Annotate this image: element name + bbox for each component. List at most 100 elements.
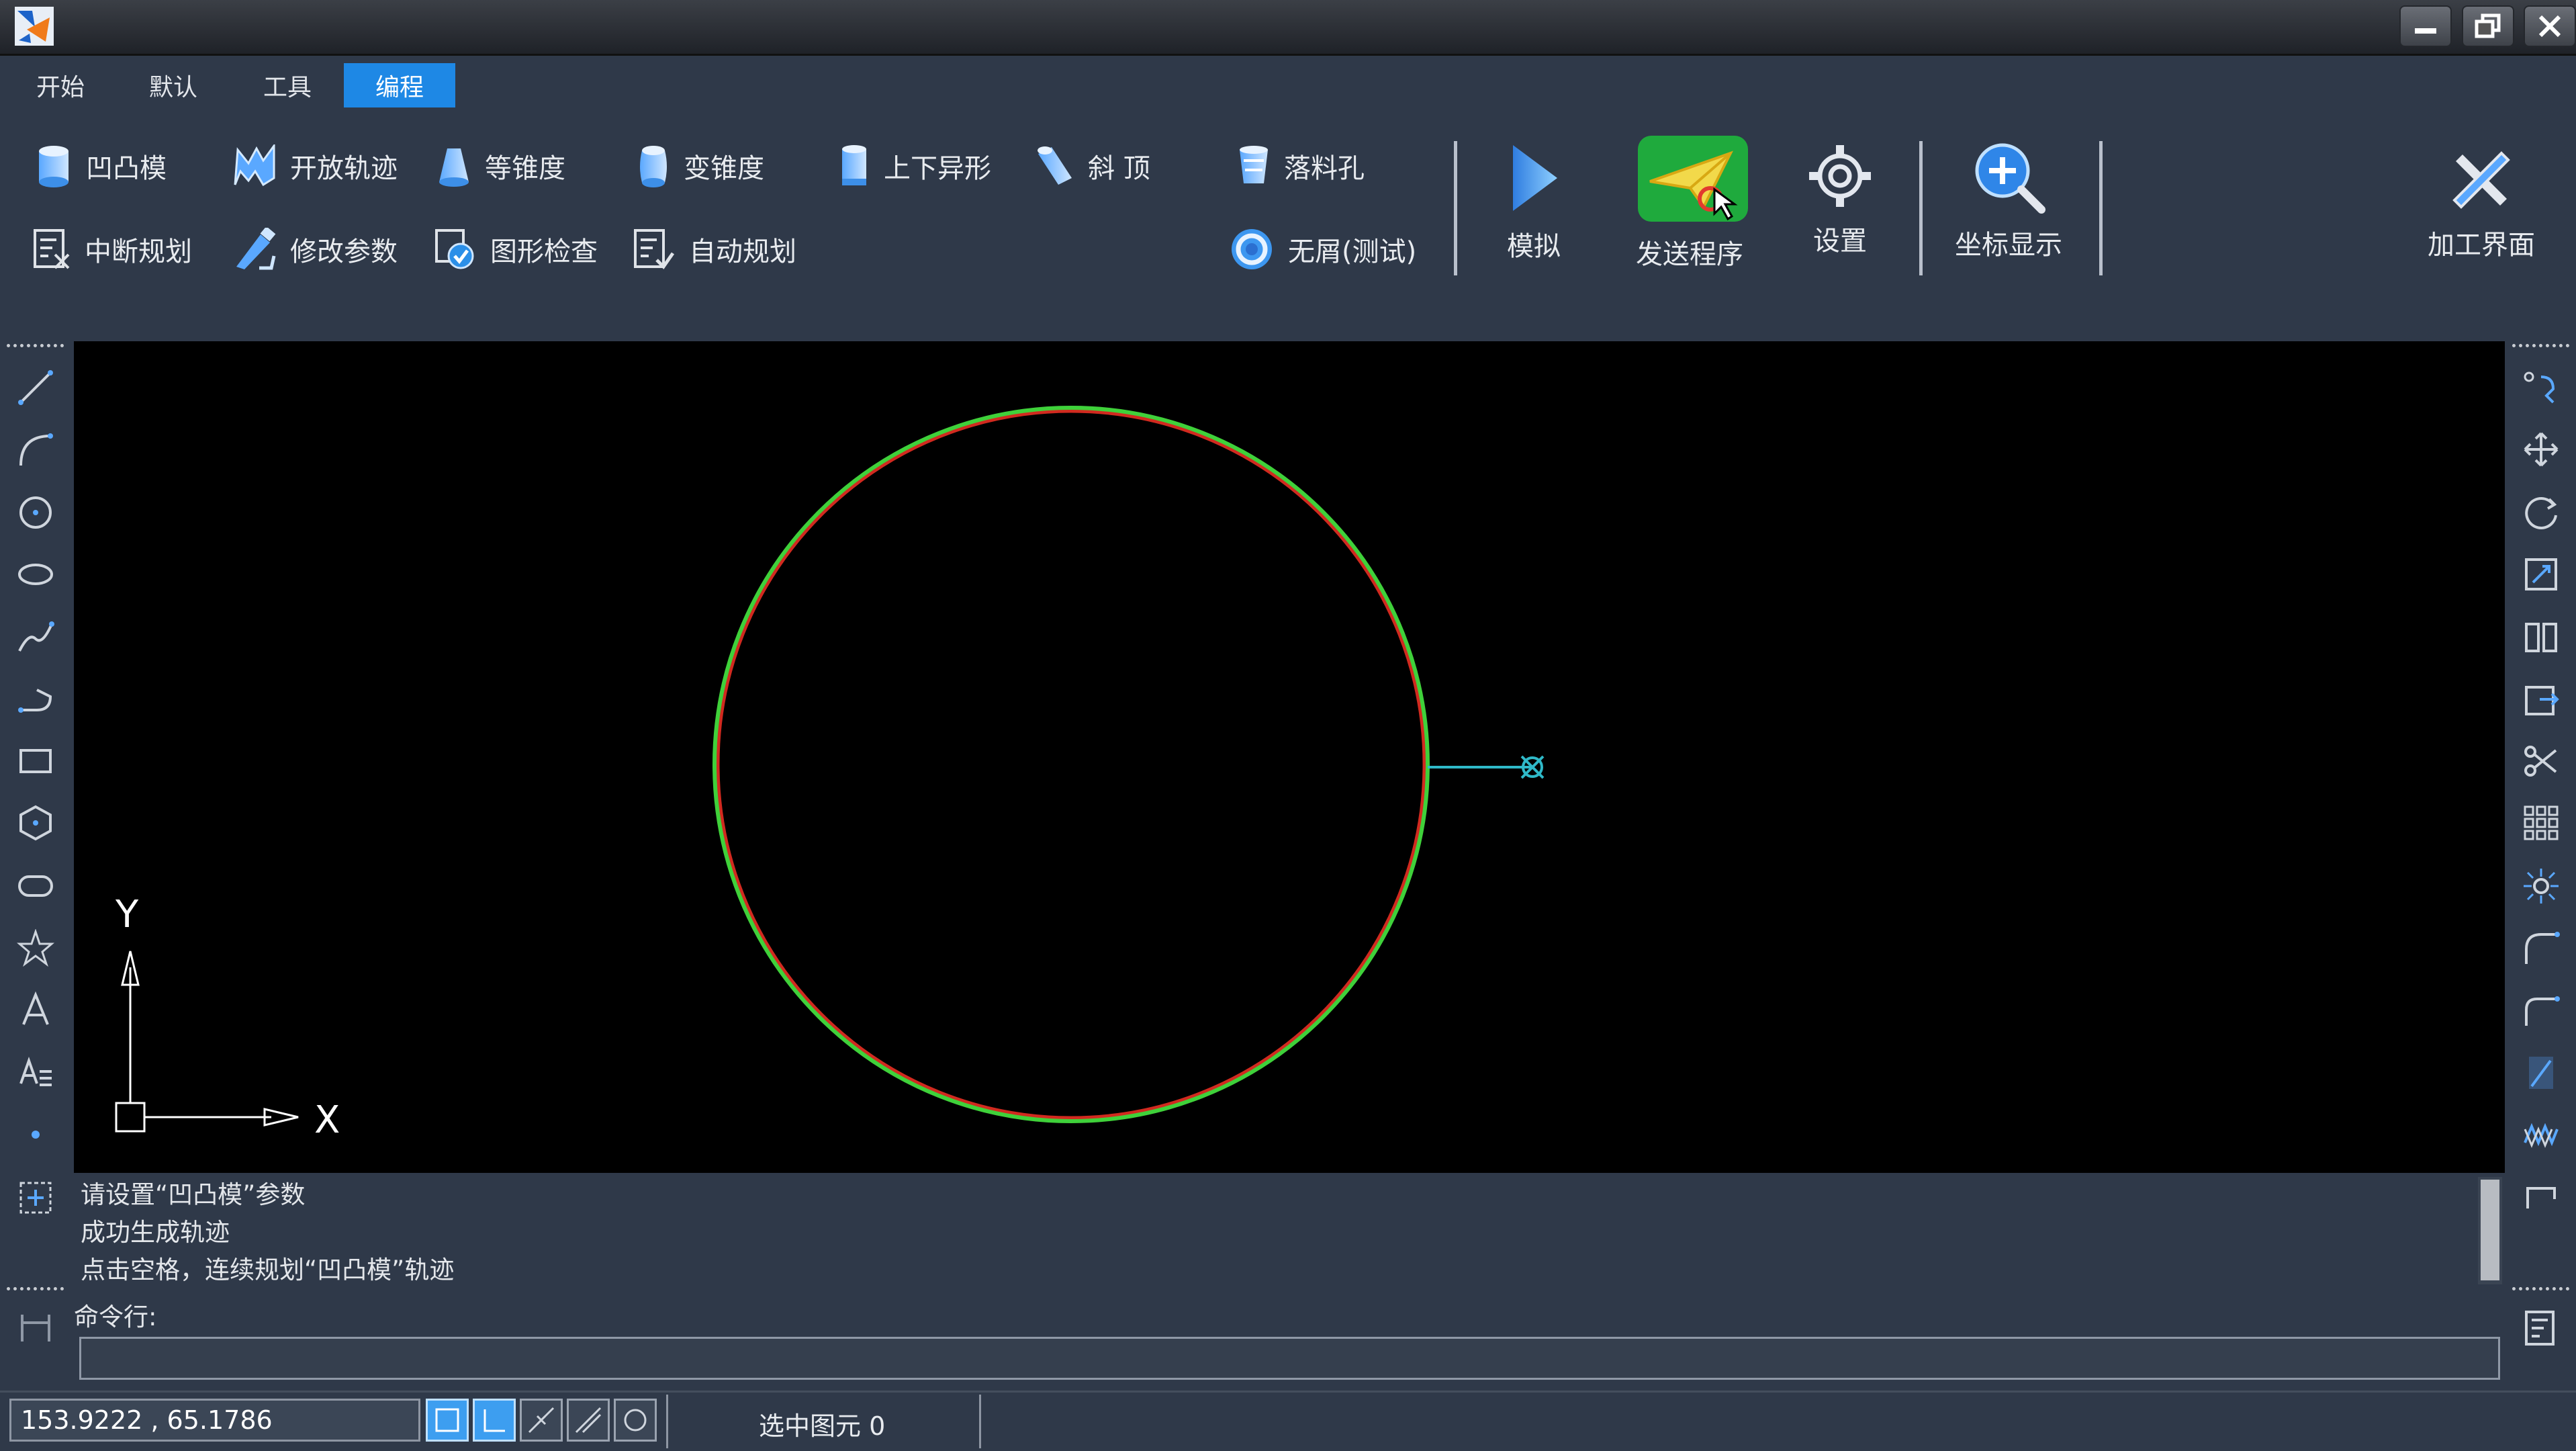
selected-count: 选中图元 0 bbox=[759, 1411, 886, 1441]
object-snap-toggle-icon[interactable] bbox=[614, 1399, 657, 1442]
ribbon-divider bbox=[2099, 141, 2103, 275]
polyline-tool-icon[interactable] bbox=[15, 678, 56, 720]
machining-tools-icon bbox=[2452, 151, 2510, 209]
interrupt-plan-icon bbox=[34, 229, 70, 269]
offset-icon[interactable] bbox=[2520, 678, 2562, 720]
modify-params-icon bbox=[236, 228, 276, 270]
array-icon[interactable] bbox=[2520, 802, 2562, 844]
toolbar-grip bbox=[2512, 344, 2569, 347]
output-log-panel: 请设置“凹凸模”参数 成功生成轨迹 点击空格，连续规划“凹凸模”轨迹 bbox=[74, 1177, 2505, 1305]
cursor-coordinates: 153.9222 , 65.1786 bbox=[9, 1399, 420, 1442]
arc-tool-icon[interactable] bbox=[15, 429, 56, 470]
snap-point-toggle-icon[interactable] bbox=[520, 1399, 563, 1442]
menu-bar: 开始 默认 工具 编程 bbox=[0, 58, 2576, 110]
auto-plan-button[interactable]: 自动规划 bbox=[633, 219, 796, 279]
upper-lower-shape-icon bbox=[842, 145, 866, 185]
auto-plan-icon bbox=[634, 229, 675, 269]
close-button[interactable] bbox=[2524, 5, 2576, 47]
axis-x-label: X bbox=[314, 1098, 340, 1142]
polar-toggle-icon[interactable] bbox=[567, 1399, 610, 1442]
maximize-button[interactable] bbox=[2462, 5, 2514, 47]
star-tool-icon[interactable] bbox=[15, 927, 56, 969]
simulate-button[interactable]: 模拟 bbox=[1487, 141, 1581, 263]
right-edit-toolbar bbox=[2505, 340, 2576, 1346]
play-icon bbox=[1513, 145, 1557, 211]
explode-icon[interactable] bbox=[2520, 865, 2562, 907]
log-line: 成功生成轨迹 bbox=[81, 1218, 230, 1247]
scissors-icon[interactable] bbox=[2520, 740, 2562, 782]
select-box-tool-icon[interactable] bbox=[15, 1177, 56, 1219]
send-program-button[interactable]: 发送程序 bbox=[1622, 134, 1757, 271]
shape-check-button[interactable]: 图形检查 bbox=[434, 219, 598, 279]
snap-grid-toggle-icon[interactable] bbox=[426, 1399, 469, 1442]
fillet-icon[interactable] bbox=[2520, 927, 2562, 969]
left-draw-toolbar bbox=[0, 340, 71, 1342]
ribbon-divider bbox=[1919, 141, 1923, 275]
interrupt-plan-button[interactable]: 中断规划 bbox=[32, 219, 192, 279]
variable-taper-icon bbox=[640, 146, 667, 187]
rotate-icon[interactable] bbox=[2520, 492, 2562, 533]
open-path-button[interactable]: 开放轨迹 bbox=[234, 136, 398, 196]
dimension-tool-icon[interactable] bbox=[15, 1307, 56, 1349]
mirror-icon[interactable] bbox=[2520, 617, 2562, 658]
machining-interface-button[interactable]: 加工界面 bbox=[2418, 146, 2545, 262]
gear-text-tool-icon[interactable] bbox=[15, 1052, 56, 1094]
oblique-top-icon bbox=[1038, 146, 1072, 185]
modify-params-button[interactable]: 修改参数 bbox=[234, 219, 398, 279]
coordinate-display-button[interactable]: 坐标显示 bbox=[1951, 140, 2066, 262]
die-mold-button[interactable]: 凹凸模 bbox=[35, 136, 167, 196]
equal-taper-button[interactable]: 等锥度 bbox=[436, 136, 565, 196]
gear-icon bbox=[1809, 145, 1871, 207]
ortho-toggle-icon[interactable] bbox=[473, 1399, 516, 1442]
toolbar-grip bbox=[7, 1287, 64, 1290]
node-edit-icon[interactable] bbox=[2520, 367, 2562, 408]
tab-default[interactable]: 默认 bbox=[126, 63, 220, 107]
move-icon[interactable] bbox=[2520, 429, 2562, 470]
axis-y-label: Y bbox=[115, 893, 139, 936]
ellipse-tool-icon[interactable] bbox=[15, 554, 56, 595]
equal-taper-icon bbox=[439, 148, 469, 187]
send-program-icon bbox=[1638, 136, 1748, 222]
toolbar-grip bbox=[2512, 1287, 2569, 1290]
properties-icon[interactable] bbox=[2520, 1307, 2562, 1349]
blanking-hole-icon bbox=[1240, 146, 1268, 183]
command-line-label: 命令行: bbox=[74, 1303, 157, 1331]
no-chip-test-button[interactable]: 无屑(测试) bbox=[1229, 219, 1416, 279]
tab-start[interactable]: 开始 bbox=[13, 63, 107, 107]
log-scrollbar-thumb[interactable] bbox=[2481, 1180, 2499, 1280]
rectangle-tool-icon[interactable] bbox=[15, 740, 56, 782]
toolbar-grip bbox=[7, 344, 64, 347]
oblique-top-button[interactable]: 斜 顶 bbox=[1034, 136, 1150, 196]
corner-icon[interactable] bbox=[2520, 1177, 2562, 1219]
weave-icon[interactable] bbox=[2520, 1114, 2562, 1155]
variable-taper-button[interactable]: 变锥度 bbox=[637, 136, 764, 196]
settings-button[interactable]: 设置 bbox=[1793, 142, 1887, 258]
open-path-icon bbox=[234, 144, 275, 187]
status-divider bbox=[979, 1395, 981, 1448]
polygon-tool-icon[interactable] bbox=[15, 802, 56, 844]
chamfer-icon[interactable] bbox=[2520, 989, 2562, 1030]
tab-programming[interactable]: 编程 bbox=[344, 63, 455, 107]
minimize-button[interactable] bbox=[2399, 5, 2452, 47]
scale-icon[interactable] bbox=[2520, 554, 2562, 595]
slot-tool-icon[interactable] bbox=[15, 865, 56, 907]
spline-tool-icon[interactable] bbox=[15, 617, 56, 658]
blanking-hole-button[interactable]: 落料孔 bbox=[1237, 136, 1365, 196]
status-divider bbox=[666, 1395, 668, 1448]
command-line-input[interactable] bbox=[79, 1337, 2500, 1380]
drawing-canvas[interactable]: Y X bbox=[74, 341, 2505, 1173]
ribbon-divider bbox=[1454, 141, 1457, 275]
app-logo-icon bbox=[15, 7, 54, 46]
workpiece-contour-circle[interactable] bbox=[716, 409, 1426, 1120]
tab-tools[interactable]: 工具 bbox=[240, 63, 334, 107]
title-bar bbox=[0, 0, 2576, 56]
trim-extend-icon[interactable] bbox=[2520, 1052, 2562, 1094]
point-tool-icon[interactable] bbox=[15, 1114, 56, 1155]
die-cylinder-icon bbox=[39, 146, 68, 187]
no-chip-icon bbox=[1232, 229, 1272, 269]
log-line: 点击空格，连续规划“凹凸模”轨迹 bbox=[81, 1256, 455, 1284]
text-tool-icon[interactable] bbox=[15, 989, 56, 1030]
line-tool-icon[interactable] bbox=[15, 367, 56, 408]
upper-lower-shape-button[interactable]: 上下异形 bbox=[838, 136, 991, 196]
circle-tool-icon[interactable] bbox=[15, 492, 56, 533]
